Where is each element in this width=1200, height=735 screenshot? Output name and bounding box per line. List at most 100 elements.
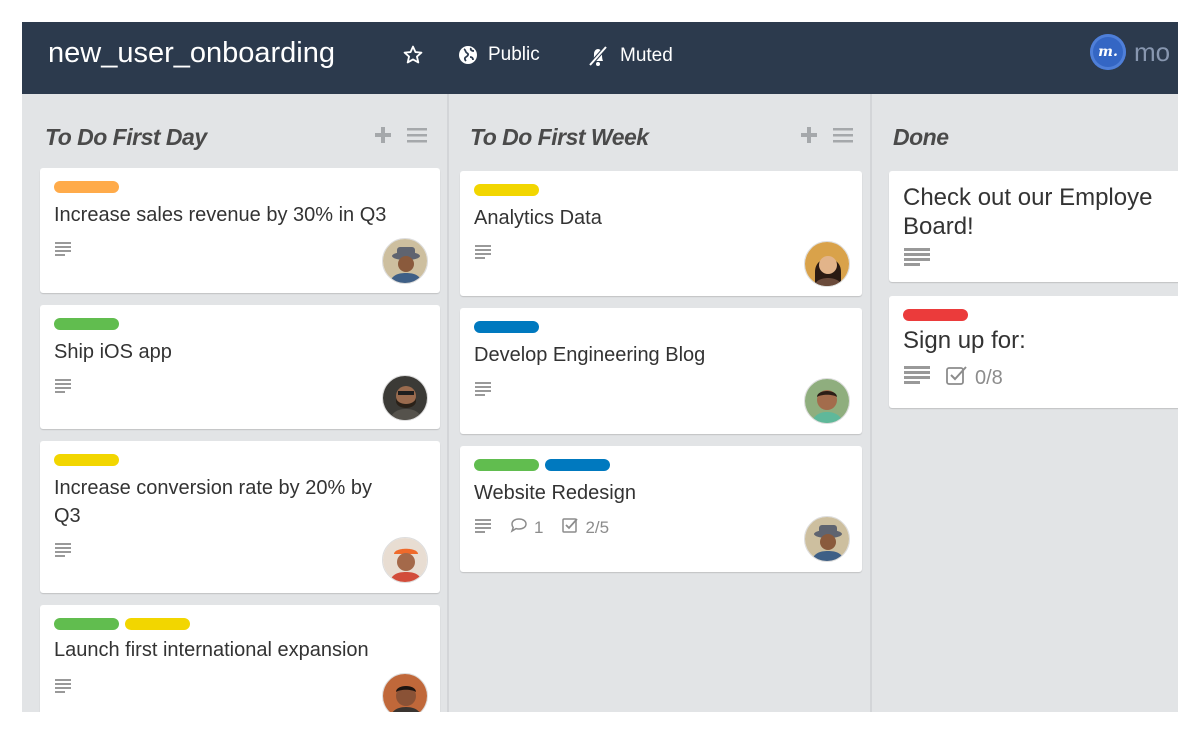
- card-title-line: Q3: [54, 505, 81, 527]
- description-icon: [54, 541, 72, 562]
- description-icon: [903, 247, 931, 272]
- add-card-icon[interactable]: [374, 126, 392, 149]
- card[interactable]: Launch first international expansion: [40, 605, 440, 712]
- app-logo[interactable]: m. mo: [1090, 34, 1170, 70]
- member-avatar[interactable]: [382, 537, 428, 583]
- label-green: [54, 618, 119, 630]
- checklist-count: 0/8: [975, 366, 1003, 389]
- add-card-icon[interactable]: [800, 126, 818, 149]
- checklist-icon: [561, 516, 579, 539]
- mute-label: Muted: [620, 45, 673, 66]
- card-labels: [54, 181, 119, 193]
- card-title-line: Board!: [903, 213, 974, 240]
- member-avatar[interactable]: [804, 516, 850, 562]
- logo-text: mo: [1134, 36, 1171, 67]
- muted-bell-icon: [586, 44, 610, 68]
- mute-button[interactable]: Muted: [586, 44, 673, 68]
- card-title-line: Increase conversion rate by 20% by: [54, 477, 372, 499]
- card-title: Ship iOS app: [54, 341, 172, 363]
- card-badges: [903, 247, 931, 272]
- card[interactable]: Check out our Employe Board!: [889, 171, 1178, 282]
- list-menu-icon[interactable]: [832, 126, 854, 149]
- list-done: Done Check out our Employe Board! Sign u…: [872, 94, 1178, 712]
- star-icon: [402, 44, 424, 66]
- checklist-count: 2/5: [585, 517, 610, 537]
- description-icon: [474, 517, 492, 538]
- card-labels: [54, 318, 119, 330]
- card-title: Analytics Data: [474, 207, 602, 229]
- card[interactable]: Ship iOS app: [40, 305, 440, 429]
- board-frame: new_user_onboarding Public Muted m. mo T…: [22, 22, 1178, 712]
- label-blue: [474, 321, 539, 333]
- card-title: Increase conversion rate by 20% by Q3: [54, 474, 372, 530]
- card-title: Sign up for:: [903, 327, 1026, 354]
- label-green: [54, 318, 119, 330]
- board-title[interactable]: new_user_onboarding: [48, 37, 335, 70]
- label-yellow: [54, 454, 119, 466]
- visibility-label: Public: [488, 44, 540, 65]
- list-to-do-first-week: To Do First Week Analytics Data Develop …: [448, 94, 872, 712]
- label-red: [903, 309, 968, 321]
- member-avatar[interactable]: [804, 378, 850, 424]
- list-menu-icon[interactable]: [406, 126, 428, 149]
- label-green: [474, 459, 539, 471]
- member-avatar[interactable]: [804, 241, 850, 287]
- card-labels: [474, 184, 539, 196]
- comment-icon: [510, 517, 528, 538]
- list-actions: [374, 126, 428, 149]
- star-button[interactable]: [402, 44, 424, 66]
- member-avatar[interactable]: [382, 238, 428, 284]
- visibility-button[interactable]: Public: [458, 44, 540, 66]
- description-icon: [474, 243, 492, 264]
- list-title[interactable]: To Do First Day: [45, 124, 207, 151]
- card-title: Website Redesign: [474, 482, 636, 504]
- card-title: Develop Engineering Blog: [474, 344, 706, 366]
- description-icon: [54, 240, 72, 261]
- label-orange: [54, 181, 119, 193]
- comments-badge: 1: [510, 517, 543, 538]
- card-badges: 0/8: [903, 364, 1003, 392]
- card[interactable]: Analytics Data: [460, 171, 862, 296]
- card-title: Launch first international expansion: [54, 639, 369, 661]
- checklist-badge: 2/5: [561, 516, 609, 539]
- card-labels: [54, 618, 190, 630]
- card-badges: [54, 377, 72, 398]
- list-title[interactable]: Done: [893, 124, 949, 151]
- comments-count: 1: [534, 517, 544, 537]
- label-yellow: [474, 184, 539, 196]
- card-badges: [474, 380, 492, 401]
- card[interactable]: Sign up for: 0/8: [889, 296, 1178, 408]
- description-icon: [54, 377, 72, 398]
- checklist-badge: 0/8: [945, 364, 1003, 392]
- card-badges: [54, 677, 72, 698]
- card[interactable]: Increase conversion rate by 20% by Q3: [40, 441, 440, 593]
- card-badges: 1 2/5: [474, 516, 609, 539]
- card-badges: [54, 240, 72, 261]
- list-title[interactable]: To Do First Week: [470, 124, 649, 151]
- label-yellow: [125, 618, 190, 630]
- card-title: Check out our Employe Board!: [903, 183, 1152, 241]
- list-actions: [800, 126, 854, 149]
- description-icon: [54, 677, 72, 698]
- description-icon: [474, 380, 492, 401]
- card-labels: [54, 454, 119, 466]
- logo-mark: m.: [1090, 34, 1126, 70]
- card-labels: [903, 309, 968, 321]
- list-to-do-first-day: To Do First Day Increase sales revenue b…: [22, 94, 448, 712]
- label-blue: [545, 459, 610, 471]
- card-title-line: Check out our Employe: [903, 184, 1153, 211]
- card-badges: [474, 243, 492, 264]
- card-labels: [474, 321, 539, 333]
- card[interactable]: Develop Engineering Blog: [460, 308, 862, 434]
- card-title: Increase sales revenue by 30% in Q3: [54, 204, 387, 226]
- card[interactable]: Increase sales revenue by 30% in Q3: [40, 168, 440, 293]
- member-avatar[interactable]: [382, 375, 428, 421]
- globe-icon: [458, 45, 478, 65]
- description-icon: [903, 365, 931, 391]
- checklist-icon: [945, 364, 969, 392]
- card-labels: [474, 459, 610, 471]
- card[interactable]: Website Redesign 1 2/5: [460, 446, 862, 572]
- member-avatar[interactable]: [382, 673, 428, 712]
- board-header: new_user_onboarding Public Muted m. mo: [22, 22, 1178, 94]
- card-badges: [54, 541, 72, 562]
